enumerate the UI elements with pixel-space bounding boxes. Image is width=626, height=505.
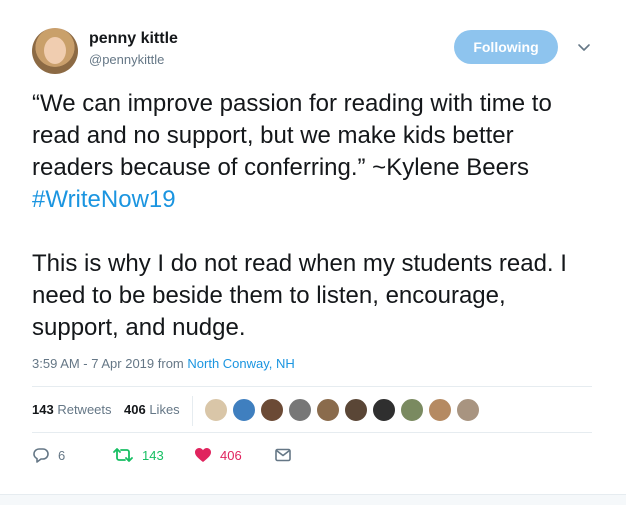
- divider-bottom: [32, 432, 592, 433]
- tweet-actions: 6 143 406: [32, 442, 592, 472]
- reply-button[interactable]: 6: [32, 446, 65, 464]
- stats-separator: [192, 396, 193, 426]
- liker-avatar[interactable]: [344, 398, 368, 422]
- following-button[interactable]: Following: [454, 30, 558, 64]
- direct-message-icon: [275, 448, 291, 462]
- tweet-meta: 3:59 AM - 7 Apr 2019 from North Conway, …: [32, 356, 295, 371]
- liker-avatar[interactable]: [400, 398, 424, 422]
- retweet-count: 143: [142, 447, 164, 463]
- like-button[interactable]: 406: [194, 446, 242, 464]
- avatar[interactable]: [32, 28, 78, 74]
- likes-stat[interactable]: 406 Likes: [124, 402, 180, 417]
- likes-label: Likes: [149, 402, 180, 417]
- user-name[interactable]: penny kittle: [89, 30, 178, 48]
- liker-avatar[interactable]: [288, 398, 312, 422]
- tweet-stats: 143 Retweets 406 Likes: [32, 388, 592, 432]
- tweet-paragraph-1-text: “We can improve passion for reading with…: [32, 90, 552, 181]
- retweet-button[interactable]: 143: [112, 446, 164, 464]
- retweets-label: Retweets: [57, 402, 112, 417]
- retweets-stat[interactable]: 143 Retweets: [32, 402, 112, 417]
- retweets-count: 143: [32, 402, 54, 417]
- liker-avatar[interactable]: [456, 398, 480, 422]
- liker-avatar[interactable]: [372, 398, 396, 422]
- liker-avatar[interactable]: [260, 398, 284, 422]
- avatar-face: [44, 37, 66, 64]
- liker-avatar[interactable]: [316, 398, 340, 422]
- tweet-text: “We can improve passion for reading with…: [32, 88, 592, 344]
- tweet-paragraph-1: “We can improve passion for reading with…: [32, 88, 592, 216]
- tweet-paragraph-2: This is why I do not read when my studen…: [32, 250, 567, 341]
- hashtag-link[interactable]: #WriteNow19: [32, 186, 176, 213]
- liker-avatar[interactable]: [232, 398, 256, 422]
- reply-count: 6: [58, 447, 66, 463]
- liker-avatar[interactable]: [428, 398, 452, 422]
- tweet-header: penny kittle @pennykittle Following: [32, 28, 602, 74]
- bottom-bar: [0, 494, 626, 505]
- tweet: penny kittle @pennykittle Following “We …: [0, 0, 626, 505]
- liker-avatar[interactable]: [204, 398, 228, 422]
- retweet-icon: [113, 448, 133, 462]
- reply-icon: [33, 448, 49, 463]
- likes-count: 406: [124, 402, 146, 417]
- location-link[interactable]: North Conway, NH: [187, 356, 294, 371]
- like-count: 406: [220, 447, 242, 463]
- chevron-down-icon[interactable]: [576, 40, 592, 56]
- heart-icon: [195, 448, 211, 462]
- direct-message-button[interactable]: [274, 446, 300, 464]
- timestamp[interactable]: 3:59 AM - 7 Apr 2019: [32, 356, 154, 371]
- divider-top: [32, 386, 592, 387]
- user-handle[interactable]: @pennykittle: [89, 52, 164, 67]
- from-label: from: [157, 356, 184, 371]
